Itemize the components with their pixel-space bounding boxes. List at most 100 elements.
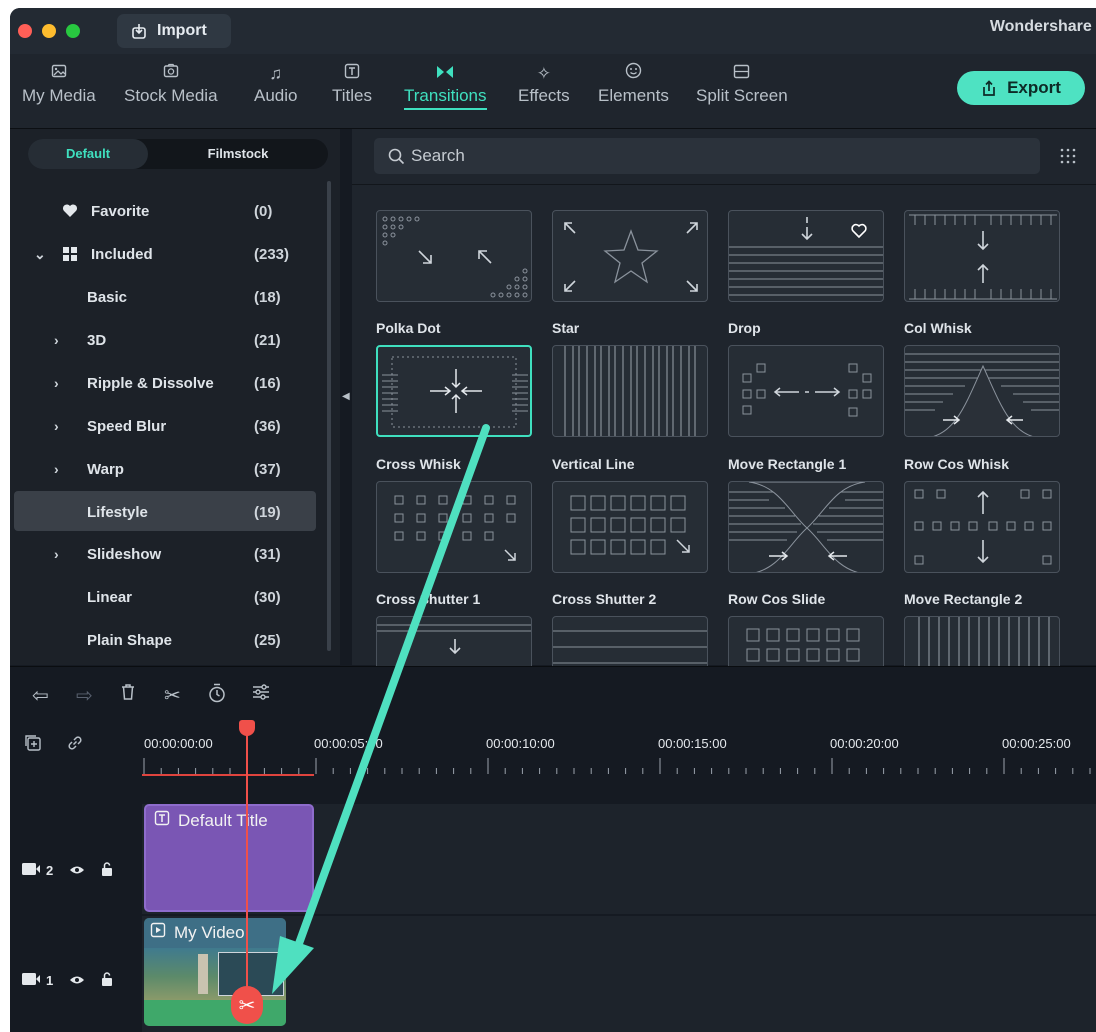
ruler-label: 00:00:15:00 (658, 736, 727, 751)
heart-icon (62, 203, 78, 222)
title-clip[interactable]: Default Title (144, 804, 314, 912)
category-count: (19) (254, 504, 281, 521)
tab-label: Effects (518, 86, 570, 105)
chevron-right-icon[interactable]: › (54, 375, 59, 391)
transition-thumb-move-rectangle-1[interactable] (728, 345, 884, 437)
chevron-right-icon[interactable]: › (54, 461, 59, 477)
category-linear[interactable]: Linear (30) (14, 578, 316, 618)
redo-icon[interactable]: ⇨ (76, 683, 93, 708)
tab-transitions[interactable]: Transitions (404, 62, 487, 110)
category-slideshow[interactable]: › Slideshow (31) (14, 535, 316, 575)
video-clip[interactable]: My Video (144, 918, 286, 1026)
zoom-window-button[interactable] (66, 24, 80, 38)
transition-thumb-cross-shutter-1[interactable] (376, 481, 532, 573)
category-count: (16) (254, 375, 281, 392)
transition-thumb-vertical-line[interactable] (552, 345, 708, 437)
transition-thumb-polka-dot[interactable] (376, 210, 532, 302)
category-count: (37) (254, 461, 281, 478)
transition-thumb-move-rectangle-2[interactable] (904, 481, 1060, 573)
category-warp[interactable]: › Warp (37) (14, 450, 316, 490)
minimize-window-button[interactable] (42, 24, 56, 38)
chevron-down-icon[interactable]: ⌄ (34, 246, 46, 263)
chevron-right-icon[interactable]: › (54, 332, 59, 348)
category-panel: Default Filmstock Favorite (0) ⌄ Include… (10, 129, 340, 665)
timeline-ruler[interactable]: 00:00:00:00 00:00:05:00 00:00:10:00 00:0… (142, 720, 1096, 804)
category-name: Favorite (91, 203, 150, 220)
tab-stock-media[interactable]: Stock Media (124, 62, 218, 106)
tab-label: Elements (598, 86, 669, 105)
category-count: (30) (254, 589, 281, 606)
sparkle-icon: ✧ (536, 64, 551, 83)
category-favorite[interactable]: Favorite (0) (14, 192, 316, 232)
add-track-icon[interactable] (24, 734, 42, 757)
category-name: Plain Shape (87, 632, 173, 649)
transition-thumb-row-cos-slide[interactable] (728, 481, 884, 573)
smiley-icon (598, 62, 669, 86)
tab-effects[interactable]: ✧ Effects (518, 62, 570, 106)
ruler-label: 00:00:25:00 (1002, 736, 1071, 751)
category-included[interactable]: ⌄ Included (233) (14, 235, 316, 275)
transition-label: Row Cos Slide (728, 591, 826, 607)
transition-label: Row Cos Whisk (904, 456, 1010, 472)
transition-thumb-col-whisk[interactable] (904, 210, 1060, 302)
grid-icon (62, 246, 78, 266)
category-3d[interactable]: › 3D (21) (14, 321, 316, 361)
playhead-handle[interactable] (239, 720, 255, 736)
chevron-right-icon[interactable]: › (54, 418, 59, 434)
tab-audio[interactable]: ♫ Audio (254, 62, 297, 106)
tab-titles[interactable]: Titles (332, 62, 372, 106)
timer-icon[interactable] (208, 683, 226, 709)
tab-split-screen[interactable]: Split Screen (696, 62, 788, 106)
import-label: Import (157, 22, 207, 39)
close-window-button[interactable] (18, 24, 32, 38)
export-button[interactable]: Export (957, 71, 1085, 105)
transition-thumb-cross-shutter-2[interactable] (552, 481, 708, 573)
audio-waveform-bar (144, 1000, 286, 1026)
tab-default[interactable]: Default (28, 139, 148, 169)
chevron-right-icon[interactable]: › (54, 546, 59, 562)
category-basic[interactable]: Basic (18) (14, 278, 316, 318)
collapse-panel-icon[interactable]: ◀ (342, 391, 350, 402)
video-track-icon (22, 863, 40, 878)
ruler-label: 00:00:05:00 (314, 736, 383, 751)
import-button[interactable]: Import (117, 14, 231, 48)
link-icon[interactable] (66, 734, 84, 757)
playhead-line[interactable] (246, 720, 248, 1010)
transition-thumb-cross-whisk[interactable] (376, 345, 532, 437)
tab-filmstock[interactable]: Filmstock (178, 139, 298, 169)
export-label: Export (1007, 78, 1061, 97)
video-track-icon (22, 973, 40, 988)
search-field[interactable]: Search (374, 138, 1040, 174)
scissors-icon[interactable]: ✂ (164, 683, 181, 708)
category-plain-shape[interactable]: Plain Shape (25) (14, 621, 316, 661)
tab-label: Transitions (404, 86, 487, 110)
category-ripple-dissolve[interactable]: › Ripple & Dissolve (16) (14, 364, 316, 404)
tab-elements[interactable]: Elements (598, 62, 669, 106)
lock-icon[interactable] (101, 972, 113, 989)
lock-icon[interactable] (101, 862, 113, 879)
category-name: Slideshow (87, 546, 162, 563)
tab-my-media[interactable]: My Media (22, 62, 96, 106)
category-name: Warp (87, 461, 124, 478)
grid-view-icon[interactable] (1060, 148, 1076, 168)
eye-icon[interactable] (69, 863, 85, 878)
delete-icon[interactable] (120, 683, 136, 707)
category-lifestyle[interactable]: Lifestyle (19) (14, 491, 316, 531)
category-count: (25) (254, 632, 281, 649)
transition-label: Drop (728, 320, 761, 336)
title-bar: Import Wondershare F (10, 8, 1096, 54)
category-name: Ripple & Dissolve (87, 375, 214, 392)
eye-icon[interactable] (69, 973, 85, 988)
split-scissors-icon[interactable]: ✂ (231, 986, 263, 1024)
transition-thumb-row-cos-whisk[interactable] (904, 345, 1060, 437)
transition-label: Move Rectangle 1 (728, 456, 847, 472)
category-name: Linear (87, 589, 133, 606)
adjust-sliders-icon[interactable] (252, 683, 270, 707)
track-2-header: 2 (22, 862, 113, 879)
undo-icon[interactable]: ⇦ (32, 683, 49, 708)
category-scrollbar[interactable] (327, 181, 331, 651)
category-speed-blur[interactable]: › Speed Blur (36) (14, 407, 316, 447)
transition-thumb-drop[interactable] (728, 210, 884, 302)
search-placeholder: Search (411, 146, 465, 165)
transition-thumb-star[interactable] (552, 210, 708, 302)
